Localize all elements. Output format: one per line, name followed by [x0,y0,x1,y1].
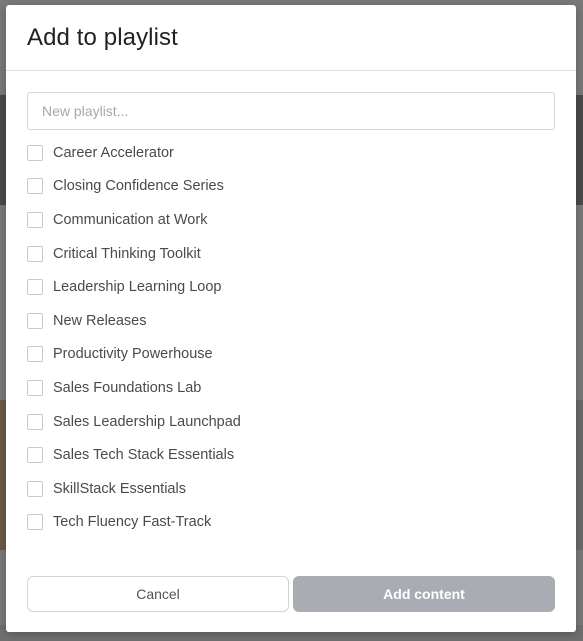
playlist-item[interactable]: Sales Tech Stack Essentials [27,438,555,472]
playlist-label: Sales Leadership Launchpad [53,413,241,430]
playlist-label: New Releases [53,312,147,329]
playlist-label: Closing Confidence Series [53,178,224,195]
playlist-item[interactable]: Communication at Work [27,203,555,237]
cancel-button[interactable]: Cancel [27,576,289,612]
playlist-label: Sales Foundations Lab [53,379,202,396]
playlist-list: Career Accelerator Closing Confidence Se… [27,136,555,539]
playlist-item[interactable]: Sales Leadership Launchpad [27,405,555,439]
dialog-body: Career Accelerator Closing Confidence Se… [6,71,576,539]
playlist-label: SkillStack Essentials [53,480,186,497]
playlist-checkbox[interactable] [27,379,43,396]
playlist-checkbox[interactable] [27,514,43,531]
playlist-item[interactable]: Productivity Powerhouse [27,338,555,372]
add-to-playlist-dialog: Add to playlist Career Accelerator Closi… [6,5,576,632]
playlist-checkbox[interactable] [27,245,43,262]
playlist-item[interactable]: Sales Foundations Lab [27,371,555,405]
playlist-checkbox[interactable] [27,312,43,329]
playlist-label: Communication at Work [53,211,208,228]
playlist-item[interactable]: Tech Fluency Fast-Track [27,506,555,540]
new-playlist-input[interactable] [27,92,555,130]
playlist-item[interactable]: New Releases [27,304,555,338]
playlist-label: Critical Thinking Toolkit [53,245,201,262]
playlist-label: Sales Tech Stack Essentials [53,447,235,464]
playlist-checkbox[interactable] [27,178,43,195]
dialog-header: Add to playlist [6,5,576,71]
playlist-label: Career Accelerator [53,144,174,161]
dialog-footer: Cancel Add content [27,576,555,612]
playlist-item[interactable]: SkillStack Essentials [27,472,555,506]
playlist-checkbox[interactable] [27,279,43,296]
playlist-label: Leadership Learning Loop [53,279,222,296]
playlist-item[interactable]: Critical Thinking Toolkit [27,237,555,271]
playlist-label: Tech Fluency Fast-Track [53,514,212,531]
playlist-item[interactable]: Closing Confidence Series [27,170,555,204]
background-thumbnail [575,95,583,205]
playlist-item[interactable]: Career Accelerator [27,136,555,170]
playlist-checkbox[interactable] [27,346,43,363]
background-thumbnail [575,400,583,550]
playlist-checkbox[interactable] [27,447,43,464]
playlist-checkbox[interactable] [27,413,43,430]
add-content-button[interactable]: Add content [293,576,555,612]
playlist-label: Productivity Powerhouse [53,346,213,363]
playlist-checkbox[interactable] [27,480,43,497]
playlist-checkbox[interactable] [27,211,43,228]
playlist-item[interactable]: Leadership Learning Loop [27,270,555,304]
dialog-title: Add to playlist [27,23,178,51]
playlist-checkbox[interactable] [27,144,43,161]
